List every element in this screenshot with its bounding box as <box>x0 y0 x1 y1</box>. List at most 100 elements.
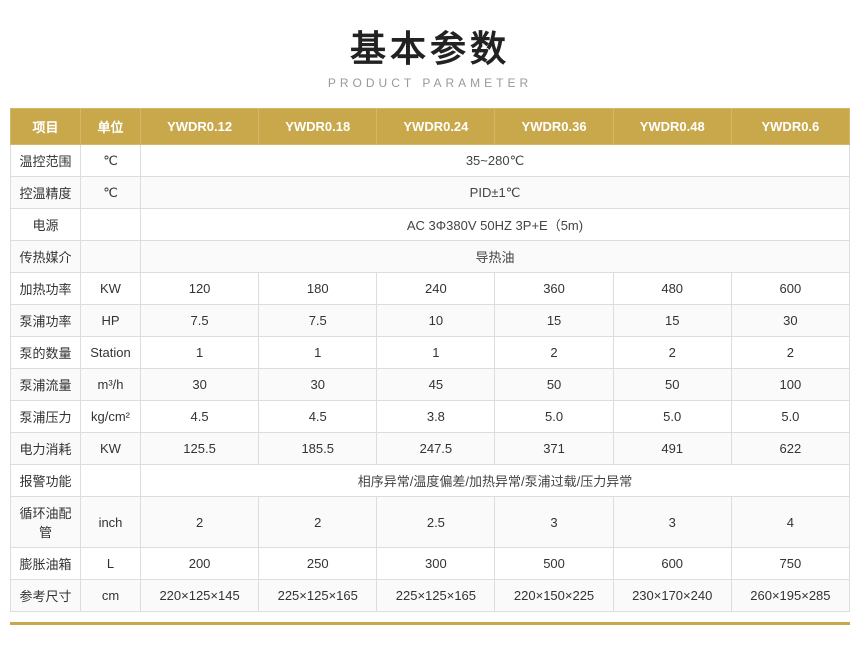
table-row: 膨胀油箱L200250300500600750 <box>11 548 850 580</box>
row-unit-13: cm <box>81 580 141 612</box>
row-13-col-4: 230×170×240 <box>613 580 731 612</box>
row-unit-4: KW <box>81 273 141 305</box>
row-label-1: 控温精度 <box>11 177 81 209</box>
row-5-col-3: 15 <box>495 305 613 337</box>
row-7-col-5: 100 <box>731 369 849 401</box>
row-8-col-3: 5.0 <box>495 401 613 433</box>
table-header-row: 项目单位YWDR0.12YWDR0.18YWDR0.24YWDR0.36YWDR… <box>11 109 850 145</box>
sub-title: PRODUCT PARAMETER <box>328 76 532 90</box>
row-label-6: 泵的数量 <box>11 337 81 369</box>
row-unit-5: HP <box>81 305 141 337</box>
table-row: 报警功能 相序异常/温度偏差/加热异常/泵浦过载/压力异常 <box>11 465 850 497</box>
row-merged-0: 35~280℃ <box>141 145 850 177</box>
row-4-col-5: 600 <box>731 273 849 305</box>
row-12-col-3: 500 <box>495 548 613 580</box>
row-unit-11: inch <box>81 497 141 548</box>
row-6-col-4: 2 <box>613 337 731 369</box>
table-row: 参考尺寸cm220×125×145225×125×165225×125×1652… <box>11 580 850 612</box>
row-6-col-2: 1 <box>377 337 495 369</box>
row-13-col-0: 220×125×145 <box>141 580 259 612</box>
row-4-col-0: 120 <box>141 273 259 305</box>
row-6-col-3: 2 <box>495 337 613 369</box>
table-row: 泵的数量Station111222 <box>11 337 850 369</box>
row-5-col-1: 7.5 <box>259 305 377 337</box>
table-body: 温控范围℃35~280℃控温精度℃PID±1℃电源AC 3Φ380V 50HZ … <box>11 145 850 612</box>
row-6-col-1: 1 <box>259 337 377 369</box>
row-7-col-1: 30 <box>259 369 377 401</box>
row-9-col-4: 491 <box>613 433 731 465</box>
row-label-2: 电源 <box>11 209 81 241</box>
row-11-col-2: 2.5 <box>377 497 495 548</box>
row-merged-3: 导热油 <box>141 241 850 273</box>
row-label-3: 传热媒介 <box>11 241 81 273</box>
row-unit-9: KW <box>81 433 141 465</box>
row-4-col-3: 360 <box>495 273 613 305</box>
row-11-col-3: 3 <box>495 497 613 548</box>
row-12-col-1: 250 <box>259 548 377 580</box>
col-header-7: YWDR0.6 <box>731 109 849 145</box>
row-merged-2: AC 3Φ380V 50HZ 3P+E（5m) <box>141 209 850 241</box>
row-label-9: 电力消耗 <box>11 433 81 465</box>
row-6-col-5: 2 <box>731 337 849 369</box>
row-12-col-2: 300 <box>377 548 495 580</box>
row-unit-0: ℃ <box>81 145 141 177</box>
row-5-col-0: 7.5 <box>141 305 259 337</box>
row-13-col-3: 220×150×225 <box>495 580 613 612</box>
table-row: 控温精度℃PID±1℃ <box>11 177 850 209</box>
row-7-col-3: 50 <box>495 369 613 401</box>
row-11-col-1: 2 <box>259 497 377 548</box>
table-row: 加热功率KW120180240360480600 <box>11 273 850 305</box>
table-row: 温控范围℃35~280℃ <box>11 145 850 177</box>
row-8-col-4: 5.0 <box>613 401 731 433</box>
row-5-col-2: 10 <box>377 305 495 337</box>
row-unit-10 <box>81 465 141 497</box>
row-unit-6: Station <box>81 337 141 369</box>
row-13-col-5: 260×195×285 <box>731 580 849 612</box>
row-12-col-0: 200 <box>141 548 259 580</box>
row-13-col-1: 225×125×165 <box>259 580 377 612</box>
row-merged-10: 相序异常/温度偏差/加热异常/泵浦过载/压力异常 <box>141 465 850 497</box>
row-4-col-1: 180 <box>259 273 377 305</box>
row-label-13: 参考尺寸 <box>11 580 81 612</box>
table-row: 泵浦功率HP7.57.510151530 <box>11 305 850 337</box>
row-label-5: 泵浦功率 <box>11 305 81 337</box>
row-unit-1: ℃ <box>81 177 141 209</box>
row-4-col-4: 480 <box>613 273 731 305</box>
row-9-col-3: 371 <box>495 433 613 465</box>
row-13-col-2: 225×125×165 <box>377 580 495 612</box>
table-row: 泵浦压力kg/cm²4.54.53.85.05.05.0 <box>11 401 850 433</box>
row-label-4: 加热功率 <box>11 273 81 305</box>
col-header-3: YWDR0.18 <box>259 109 377 145</box>
row-label-0: 温控范围 <box>11 145 81 177</box>
table-row: 传热媒介 导热油 <box>11 241 850 273</box>
table-row: 电力消耗KW125.5185.5247.5371491622 <box>11 433 850 465</box>
row-12-col-5: 750 <box>731 548 849 580</box>
row-9-col-2: 247.5 <box>377 433 495 465</box>
parameter-table: 项目单位YWDR0.12YWDR0.18YWDR0.24YWDR0.36YWDR… <box>10 108 850 612</box>
row-8-col-0: 4.5 <box>141 401 259 433</box>
row-8-col-1: 4.5 <box>259 401 377 433</box>
table-row: 泵浦流量m³/h3030455050100 <box>11 369 850 401</box>
row-12-col-4: 600 <box>613 548 731 580</box>
row-unit-7: m³/h <box>81 369 141 401</box>
title-section: 基本参数 PRODUCT PARAMETER <box>328 20 532 90</box>
col-header-5: YWDR0.36 <box>495 109 613 145</box>
row-unit-8: kg/cm² <box>81 401 141 433</box>
col-header-6: YWDR0.48 <box>613 109 731 145</box>
row-unit-3 <box>81 241 141 273</box>
row-4-col-2: 240 <box>377 273 495 305</box>
row-label-10: 报警功能 <box>11 465 81 497</box>
col-header-1: 单位 <box>81 109 141 145</box>
bottom-line <box>10 622 850 625</box>
row-unit-2 <box>81 209 141 241</box>
row-label-12: 膨胀油箱 <box>11 548 81 580</box>
row-merged-1: PID±1℃ <box>141 177 850 209</box>
row-7-col-2: 45 <box>377 369 495 401</box>
row-9-col-0: 125.5 <box>141 433 259 465</box>
row-5-col-5: 30 <box>731 305 849 337</box>
row-9-col-1: 185.5 <box>259 433 377 465</box>
row-11-col-4: 3 <box>613 497 731 548</box>
row-6-col-0: 1 <box>141 337 259 369</box>
col-header-2: YWDR0.12 <box>141 109 259 145</box>
row-8-col-2: 3.8 <box>377 401 495 433</box>
